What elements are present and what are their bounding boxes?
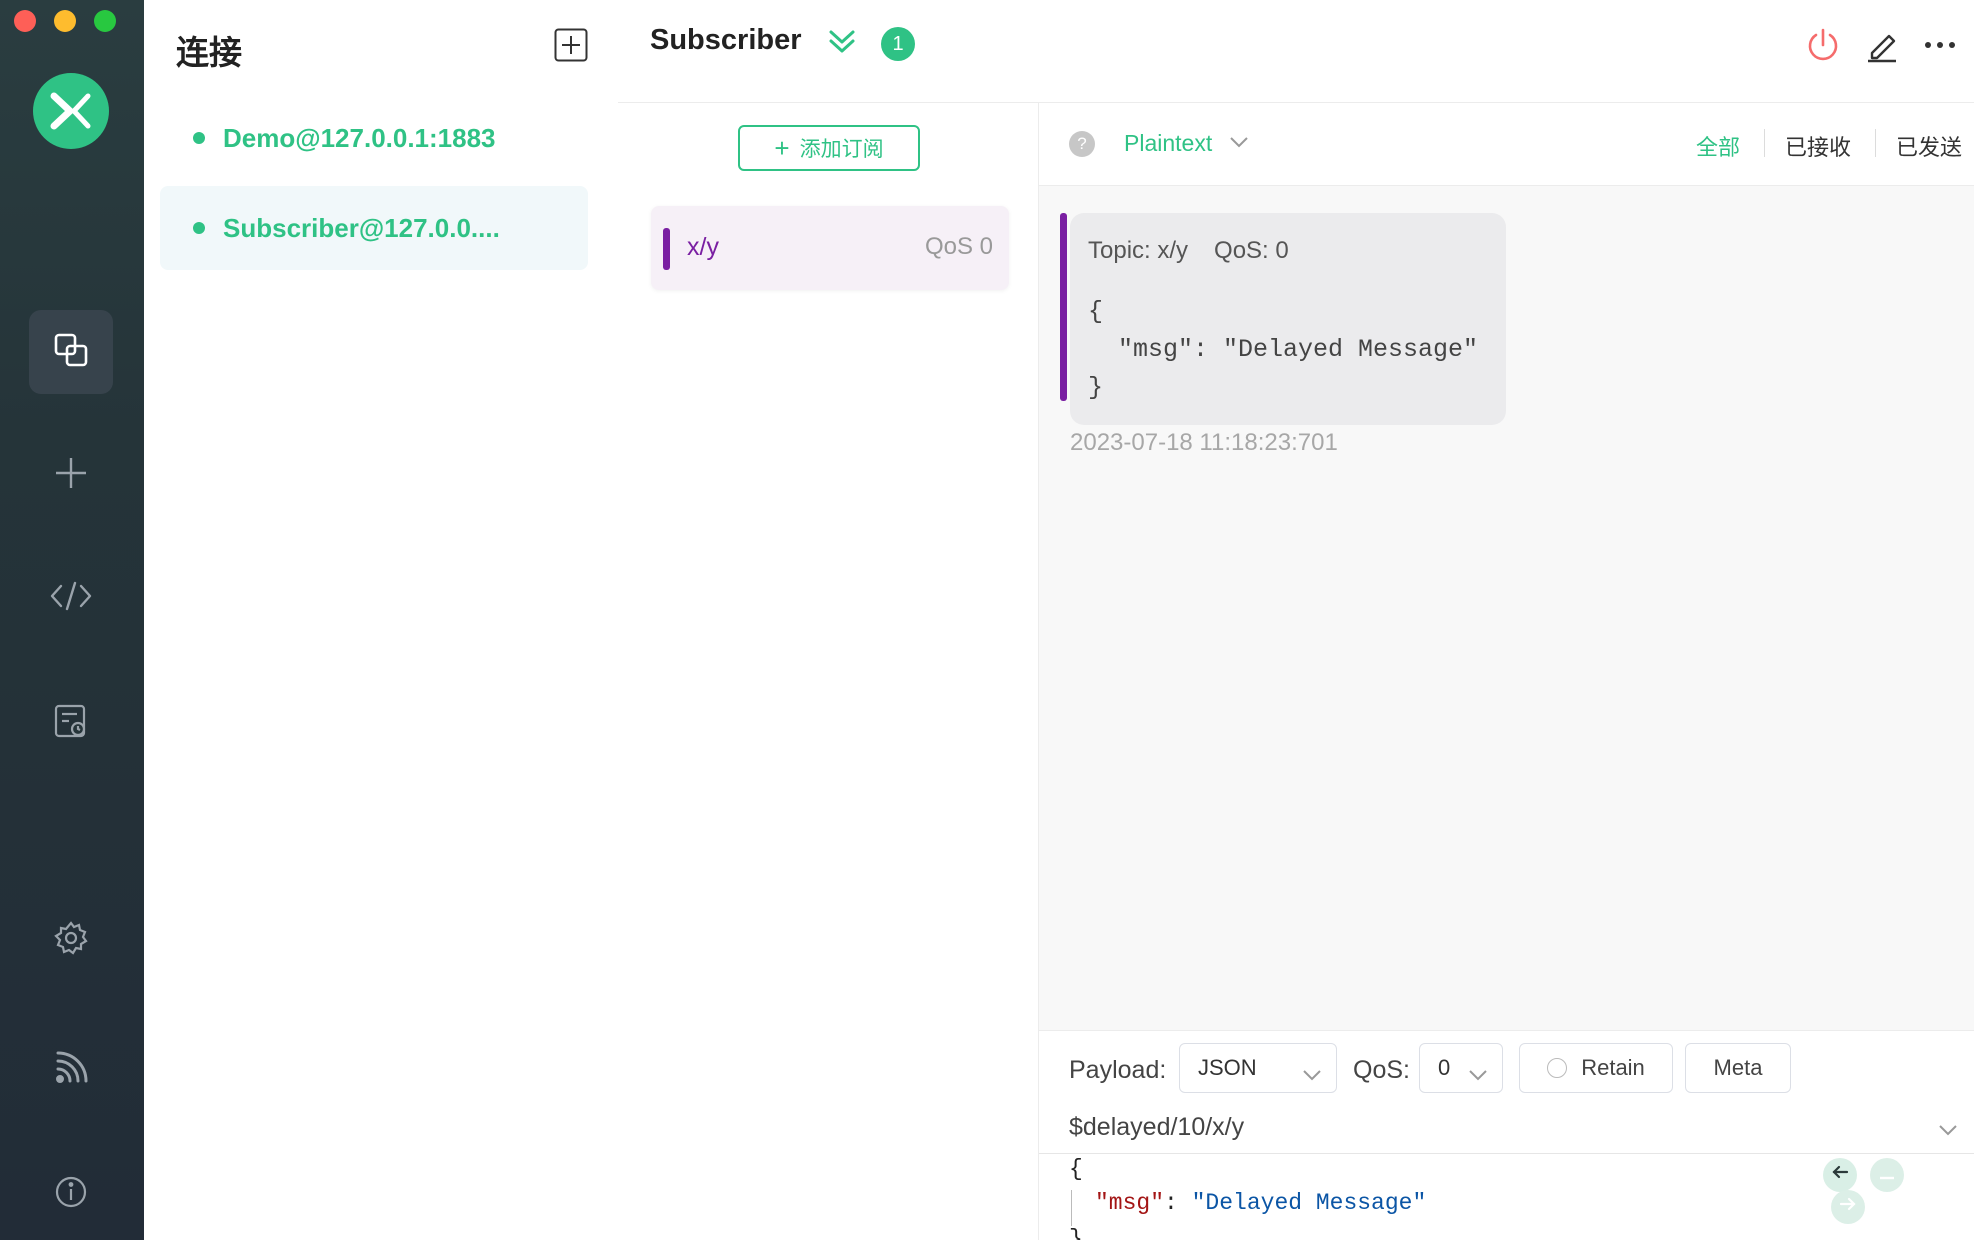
sidebar-item-script[interactable] — [29, 556, 113, 640]
message-timestamp: 2023-07-18 11:18:23:701 — [1070, 429, 1338, 456]
publish-panel: Payload: JSON QoS: 0 Retain Meta $delaye… — [1039, 1030, 1974, 1240]
editor-line: } — [1069, 1226, 1083, 1240]
subscription-count-badge: 1 — [881, 27, 915, 61]
messages-area: ? Plaintext 全部 已接收 已发送 Topic: x/y QoS: 0 … — [1039, 103, 1974, 1030]
help-icon[interactable]: ? — [1069, 131, 1095, 157]
connection-status-dot — [193, 222, 205, 234]
collapse-chevron-icon[interactable] — [827, 28, 857, 61]
feed-icon — [54, 1051, 88, 1090]
message-bubble[interactable]: Topic: x/y QoS: 0 { "msg": "Delayed Messa… — [1060, 213, 1506, 425]
chevron-down-icon — [1302, 1062, 1322, 1088]
publish-topic-input[interactable]: $delayed/10/x/y — [1069, 1113, 1244, 1142]
chevron-down-icon[interactable] — [1229, 135, 1249, 154]
divider — [1764, 129, 1765, 157]
editor-line: "msg": "Delayed Message" — [1095, 1190, 1426, 1216]
qos-select[interactable]: 0 — [1419, 1043, 1503, 1093]
sidebar-item-new-connection[interactable] — [29, 433, 113, 517]
connection-title: Subscriber — [650, 24, 802, 56]
plus-icon — [54, 456, 88, 495]
meta-button[interactable]: Meta — [1685, 1043, 1791, 1093]
payload-type-select[interactable]: Plaintext — [1124, 130, 1212, 157]
qos-value: 0 — [1438, 1055, 1451, 1080]
indent-guide — [1071, 1190, 1072, 1226]
subscription-topic: x/y — [687, 233, 719, 261]
payload-format-value: JSON — [1198, 1055, 1257, 1080]
close-window-button[interactable] — [14, 10, 36, 32]
message-payload: { "msg": "Delayed Message" } — [1088, 297, 1479, 402]
subscription-item[interactable]: x/y QoS 0 — [651, 206, 1009, 290]
mqttx-logo-icon — [33, 73, 109, 149]
subscription-color-bar — [663, 228, 670, 270]
app-window: 连接 Demo@127.0.0.1:1883 Subscriber@127.0.… — [0, 0, 1974, 1240]
retain-radio[interactable] — [1547, 1058, 1568, 1078]
more-options-button[interactable] — [1922, 27, 1958, 63]
payload-format-select[interactable]: JSON — [1179, 1043, 1337, 1093]
payload-editor[interactable]: { "msg": "Delayed Message" } — [1039, 1153, 1974, 1240]
next-message-button[interactable] — [1831, 1190, 1865, 1224]
connection-name: Demo@127.0.0.1:1883 — [223, 122, 496, 153]
subscriptions-panel: + 添加订阅 x/y QoS 0 — [618, 103, 1039, 1240]
filter-tab-sent[interactable]: 已发送 — [1896, 130, 1962, 162]
editor-colon: : — [1164, 1190, 1192, 1216]
connection-item[interactable]: Demo@127.0.0.1:1883 — [160, 96, 588, 180]
connections-title: 连接 — [176, 34, 242, 71]
minimize-window-button[interactable] — [54, 10, 76, 32]
divider — [1875, 129, 1876, 157]
retain-label: Retain — [1581, 1055, 1645, 1080]
connections-icon — [53, 332, 89, 373]
connection-status-dot — [193, 132, 205, 144]
plus-icon: + — [774, 132, 790, 163]
add-square-icon — [554, 28, 588, 66]
gear-icon — [53, 920, 89, 961]
message-filter-bar: ? Plaintext 全部 已接收 已发送 — [1039, 103, 1974, 186]
connection-name: Subscriber@127.0.0.... — [223, 212, 500, 243]
arrow-right-icon — [1839, 1196, 1857, 1219]
clear-history-button[interactable] — [1870, 1158, 1904, 1192]
editor-line: { — [1069, 1156, 1083, 1182]
subscription-qos: QoS 0 — [924, 233, 993, 260]
edit-connection-button[interactable] — [1864, 27, 1900, 63]
arrow-left-icon — [1831, 1164, 1849, 1187]
message-topic: Topic: x/y — [1088, 237, 1189, 264]
editor-json-value: "Delayed Message" — [1191, 1190, 1427, 1216]
message-meta: Topic: x/y QoS: 0 — [1088, 237, 1315, 265]
code-icon — [50, 581, 92, 616]
add-subscription-button[interactable]: + 添加订阅 — [738, 125, 920, 171]
message-topic-color-bar — [1060, 213, 1067, 401]
sidebar-item-settings[interactable] — [29, 898, 113, 982]
connections-panel: 连接 Demo@127.0.0.1:1883 Subscriber@127.0.… — [144, 0, 619, 1240]
editor-json-key: "msg" — [1095, 1190, 1165, 1216]
message-qos: QoS: 0 — [1214, 237, 1289, 264]
sidebar-item-connections[interactable] — [29, 310, 113, 394]
chevron-down-icon — [1468, 1062, 1488, 1088]
payload-label: Payload: — [1069, 1056, 1167, 1084]
previous-message-button[interactable] — [1823, 1158, 1857, 1192]
zoom-window-button[interactable] — [94, 10, 116, 32]
sidebar-item-log[interactable] — [29, 681, 113, 765]
qos-label: QoS: — [1353, 1056, 1410, 1084]
more-dots-icon — [1922, 42, 1958, 67]
minus-icon — [1878, 1164, 1896, 1187]
sidebar-item-subscriptions[interactable] — [29, 1028, 113, 1112]
chevron-down-icon[interactable] — [1938, 1123, 1958, 1142]
filter-tab-all[interactable]: 全部 — [1696, 130, 1740, 162]
disconnect-button[interactable] — [1805, 27, 1841, 63]
sidebar-item-about[interactable] — [29, 1152, 113, 1236]
add-subscription-label: 添加订阅 — [799, 138, 884, 161]
info-icon — [54, 1175, 88, 1214]
retain-toggle[interactable]: Retain — [1519, 1043, 1673, 1093]
log-icon — [53, 703, 89, 744]
power-icon — [1805, 28, 1841, 67]
connection-header: Subscriber 1 — [618, 0, 1974, 103]
new-connection-button[interactable] — [554, 28, 588, 62]
nav-rail — [0, 0, 144, 1240]
filter-tab-received[interactable]: 已接收 — [1785, 130, 1851, 162]
connection-item[interactable]: Subscriber@127.0.0.... — [160, 186, 588, 270]
edit-pen-icon — [1864, 34, 1900, 67]
